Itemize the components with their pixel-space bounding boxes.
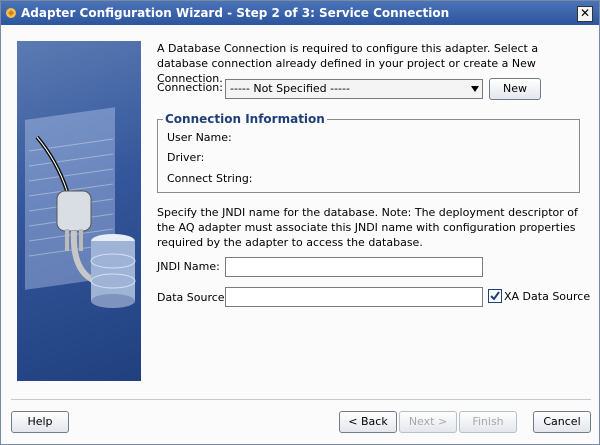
help-button[interactable]: Help: [11, 411, 69, 433]
database-plug-icon: [25, 107, 136, 308]
wizard-window: Adapter Configuration Wizard - Step 2 of…: [0, 0, 600, 445]
connection-label: Connection:: [157, 81, 223, 94]
connect-string-label: Connect String:: [167, 172, 253, 185]
connection-select-value: ----- Not Specified -----: [230, 82, 350, 95]
data-source-input[interactable]: [225, 287, 483, 307]
adapter-wizard-icon: [6, 8, 16, 18]
cancel-button[interactable]: Cancel: [533, 411, 591, 433]
wizard-illustration: [17, 41, 141, 381]
checkmark-icon: [490, 291, 500, 301]
data-source-label: Data Source:: [157, 291, 229, 304]
connection-select[interactable]: ----- Not Specified -----: [225, 79, 483, 99]
connection-info-title: Connection Information: [163, 112, 327, 126]
driver-label: Driver:: [167, 151, 205, 164]
footer-divider: [11, 399, 591, 400]
title-bar: Adapter Configuration Wizard - Step 2 of…: [1, 1, 599, 25]
connection-label-text: Connection:: [157, 81, 223, 94]
back-button[interactable]: < Back: [339, 411, 397, 433]
xa-data-source-checkbox[interactable]: [488, 289, 502, 303]
user-name-label: User Name:: [167, 131, 232, 144]
window-title: Adapter Configuration Wizard - Step 2 of…: [21, 6, 450, 20]
finish-button[interactable]: Finish: [459, 411, 517, 433]
chevron-down-icon: [471, 86, 479, 92]
jndi-name-label: JNDI Name:: [157, 260, 220, 273]
new-connection-button[interactable]: New: [489, 78, 541, 100]
next-button[interactable]: Next >: [399, 411, 457, 433]
close-button[interactable]: ✕: [577, 6, 593, 22]
xa-data-source-label: XA Data Source: [504, 290, 591, 303]
jndi-description: Specify the JNDI name for the database. …: [157, 206, 578, 249]
jndi-name-input[interactable]: [225, 257, 483, 277]
